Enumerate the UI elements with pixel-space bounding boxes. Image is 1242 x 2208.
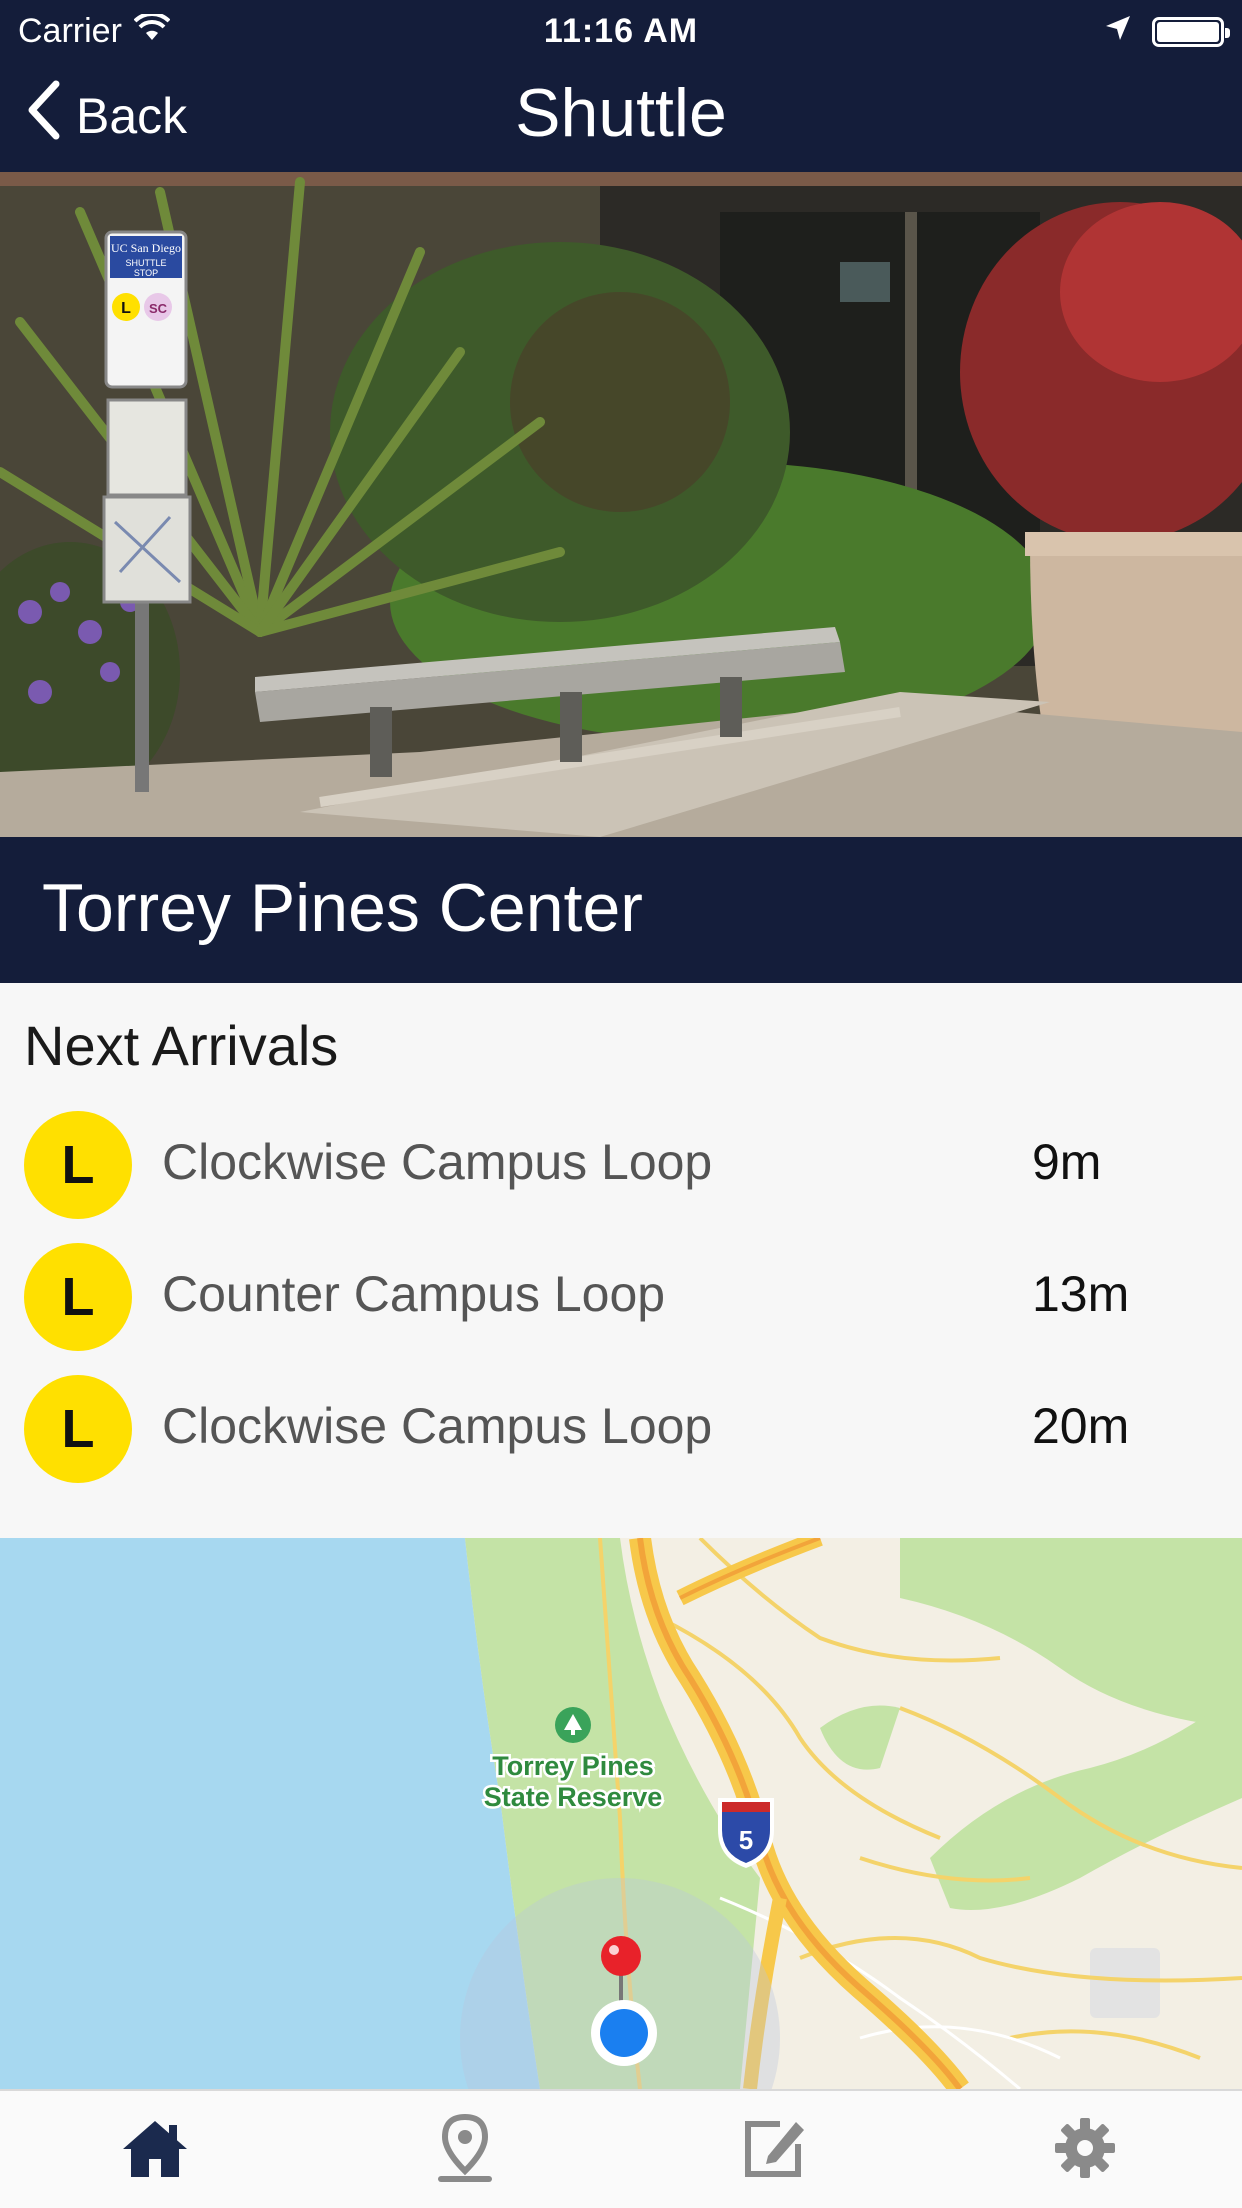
page-title: Shuttle xyxy=(515,75,727,151)
battery-icon xyxy=(1152,16,1230,47)
stop-name: Torrey Pines Center xyxy=(42,870,643,946)
gear-icon xyxy=(1053,2116,1117,2185)
tab-settings[interactable] xyxy=(930,2091,1240,2208)
map-place-label: Torrey Pines xyxy=(492,1751,654,1781)
map-pin-icon xyxy=(437,2113,493,2188)
status-right xyxy=(1104,12,1230,51)
svg-text:L: L xyxy=(121,300,131,317)
route-name: Clockwise Campus Loop xyxy=(162,1134,713,1190)
tab-home[interactable] xyxy=(0,2091,310,2208)
location-arrow-icon xyxy=(1104,12,1132,51)
status-time: 11:16 AM xyxy=(543,12,699,50)
arrival-row[interactable]: L Counter Campus Loop 13m xyxy=(0,1233,1242,1365)
highway-number: 5 xyxy=(739,1825,753,1855)
svg-text:STOP: STOP xyxy=(134,268,158,278)
route-badge: L xyxy=(24,1375,132,1483)
arrival-row[interactable]: L Clockwise Campus Loop 9m xyxy=(0,1101,1242,1233)
route-name: Counter Campus Loop xyxy=(162,1266,666,1322)
arrival-eta: 20m xyxy=(1032,1398,1130,1454)
arrival-row[interactable]: L Clockwise Campus Loop 20m xyxy=(0,1365,1242,1497)
map-place-label: State Reserve xyxy=(484,1782,663,1812)
navigation-bar: Back Shuttle xyxy=(0,60,1242,172)
svg-text:SHUTTLE: SHUTTLE xyxy=(125,258,166,268)
shuttle-stop-screen: Carrier 11:16 AM Back Shuttle UC San Die… xyxy=(0,0,1242,2208)
next-arrivals-heading: Next Arrivals xyxy=(24,1014,339,1077)
home-icon xyxy=(121,2117,189,2184)
edit-icon xyxy=(742,2116,808,2185)
stop-map[interactable]: Torrey Pines State Reserve 5 xyxy=(0,1538,1242,2089)
route-badge: L xyxy=(24,1111,132,1219)
tab-bar xyxy=(0,2089,1242,2208)
next-arrivals-section: Next Arrivals L Clockwise Campus Loop 9m… xyxy=(0,983,1242,1538)
arrival-eta: 9m xyxy=(1032,1134,1102,1190)
route-name: Clockwise Campus Loop xyxy=(162,1398,713,1454)
stop-photo: UC San Diego SHUTTLE STOP L SC xyxy=(0,172,1242,837)
arrival-eta: 13m xyxy=(1032,1266,1130,1322)
tab-map[interactable] xyxy=(310,2091,620,2208)
top-bar: Carrier 11:16 AM Back Shuttle xyxy=(0,0,1242,172)
status-bar: Carrier 11:16 AM xyxy=(0,0,1242,60)
user-location-icon xyxy=(591,2000,657,2066)
sign-title: UC San Diego xyxy=(111,241,181,255)
tab-feedback[interactable] xyxy=(620,2091,930,2208)
route-badge: L xyxy=(24,1243,132,1351)
stop-name-banner: Torrey Pines Center xyxy=(0,837,1242,983)
svg-text:SC: SC xyxy=(149,301,168,316)
